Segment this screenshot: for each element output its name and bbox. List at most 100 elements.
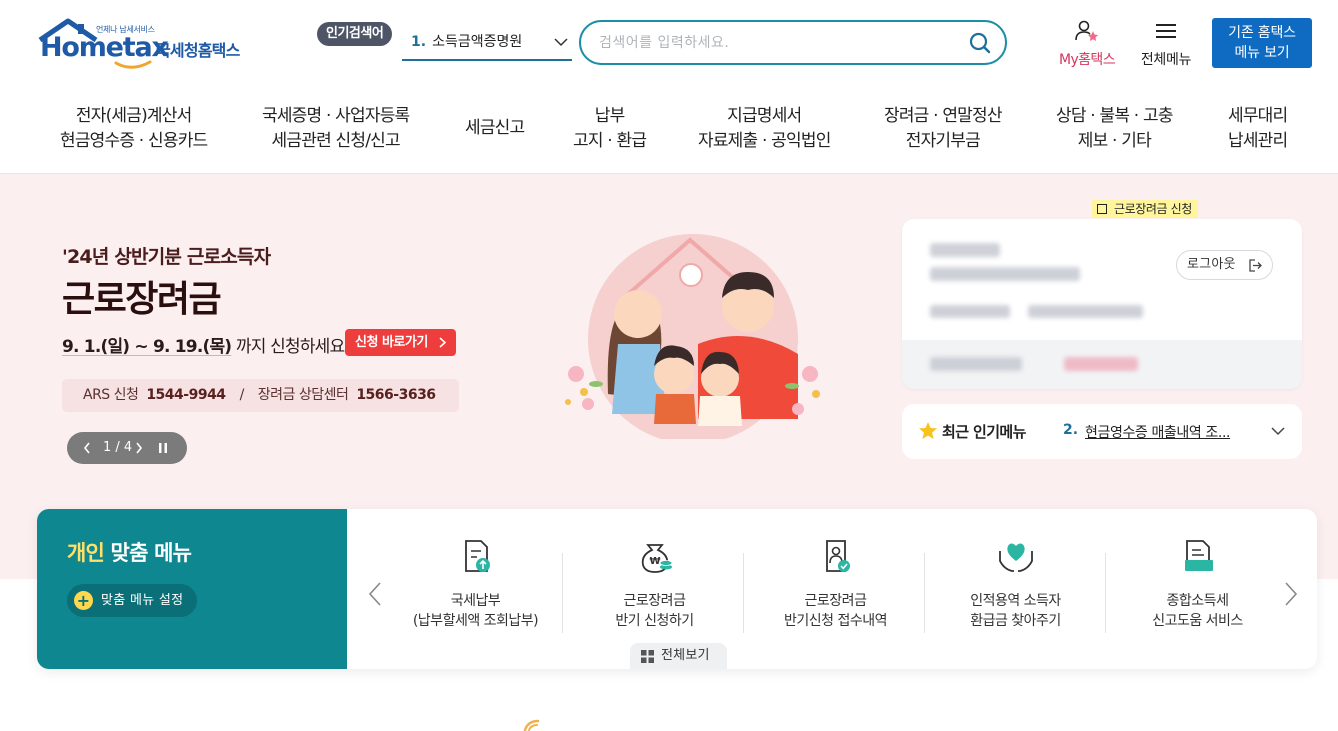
search-input[interactable] bbox=[599, 31, 959, 55]
menu-incentive-apply[interactable]: ₩ 근로장려금 반기 신청하기 bbox=[564, 535, 745, 645]
menu-sublabel: 신고도움 서비스 bbox=[1152, 613, 1243, 629]
gnb-label: 자료제출 · 공익법인 bbox=[698, 131, 831, 151]
gnb-statement[interactable]: 지급명세서 자료제출 · 공익법인 bbox=[698, 104, 831, 154]
chevron-down-icon bbox=[554, 38, 568, 47]
ars-label: ARS 신청 bbox=[83, 387, 139, 403]
hero-title: 근로장려금 bbox=[62, 279, 222, 320]
custom-menu-setting-button[interactable]: + 맞춤 메뉴 설정 bbox=[67, 584, 198, 617]
recent-menu-link[interactable]: 현금영수증 매출내역 조... bbox=[1085, 422, 1230, 442]
pause-icon[interactable] bbox=[158, 442, 168, 454]
chevron-down-icon[interactable] bbox=[1271, 427, 1285, 436]
menu-divider bbox=[743, 553, 744, 633]
gnb-incentive[interactable]: 장려금 · 연말정산 전자기부금 bbox=[884, 104, 1003, 154]
popular-search-badge: 인기검색어 bbox=[317, 22, 393, 46]
login-info-card: 로그아웃 bbox=[902, 219, 1302, 389]
gnb-payment[interactable]: 납부 고지 · 환급 bbox=[573, 104, 647, 154]
pager-next-icon[interactable] bbox=[135, 432, 143, 464]
popular-term: 소득금액증명원 bbox=[432, 34, 523, 50]
header: 언제나 납세서비스 Hometax 국세청홈택스 인기검색어 1. 소득금액증명원… bbox=[0, 0, 1338, 88]
gnb-label: 납세관리 bbox=[1228, 131, 1288, 151]
blurred-user-info bbox=[930, 267, 1080, 281]
gnb-label: 상담 · 불복 · 고충 bbox=[1056, 106, 1173, 126]
gnb-label: 고지 · 환급 bbox=[573, 131, 647, 151]
form-document-icon bbox=[1185, 540, 1213, 571]
gnb-tax-return[interactable]: 세금신고 bbox=[465, 116, 525, 141]
menu-label: 국세납부 bbox=[450, 593, 501, 609]
all-menu-button[interactable]: 전체메뉴 bbox=[1134, 20, 1198, 68]
legacy-line1: 기존 홈택스 bbox=[1228, 25, 1296, 41]
incentive-apply-tag[interactable]: 근로장려금 신청 bbox=[1092, 200, 1198, 218]
menu-tax-payment[interactable]: 국세납부 (납부할세액 조회납부) bbox=[385, 535, 566, 645]
blurred-account-2 bbox=[1028, 305, 1143, 318]
menu-refund-finder[interactable]: 인적용역 소득자 환급금 찾아주기 bbox=[925, 535, 1106, 645]
menu-divider bbox=[562, 553, 563, 633]
loading-spinner-icon bbox=[523, 719, 540, 731]
hometax-logo[interactable]: 언제나 납세서비스 Hometax 국세청홈택스 bbox=[38, 18, 258, 70]
view-all-button[interactable]: 전체보기 bbox=[630, 643, 727, 669]
ars-separator: / bbox=[239, 387, 245, 403]
svg-text:₩: ₩ bbox=[650, 556, 661, 567]
search-icon[interactable] bbox=[969, 32, 991, 54]
menu-income-tax-help[interactable]: 종합소득세 신고도움 서비스 bbox=[1107, 535, 1288, 645]
my-hometax-button[interactable]: My홈택스 bbox=[1050, 20, 1124, 68]
gnb-label: 장려금 · 연말정산 bbox=[884, 106, 1003, 126]
gnb-label: 세무대리 bbox=[1228, 106, 1288, 126]
hero-subtitle: '24년 상반기분 근로소득자 bbox=[62, 246, 271, 268]
logo-korean-text: 국세청홈택스 bbox=[156, 41, 240, 60]
banner-pager: 1 / 4 bbox=[67, 432, 187, 464]
gnb-label: 납부 bbox=[594, 106, 625, 126]
family-illustration bbox=[565, 234, 820, 439]
gnb-label: 현금영수증 · 신용카드 bbox=[60, 131, 208, 151]
document-check-icon bbox=[826, 540, 850, 572]
blurred-footer-1 bbox=[930, 357, 1022, 371]
popular-rank: 1. bbox=[411, 34, 427, 50]
main-navigation: 전자(세금)계산서 현금영수증 · 신용카드 국세증명 · 사업자등록 세금관련… bbox=[0, 88, 1338, 174]
logout-button[interactable]: 로그아웃 bbox=[1176, 250, 1273, 280]
carousel-prev-icon[interactable] bbox=[367, 581, 383, 607]
logout-icon bbox=[1249, 259, 1262, 272]
hero-date: 9. 1.(일) ~ 9. 19.(목) bbox=[62, 337, 232, 357]
legacy-hometax-button[interactable]: 기존 홈택스 메뉴 보기 bbox=[1212, 18, 1312, 68]
tax-payment-icon bbox=[465, 540, 490, 572]
plus-icon: + bbox=[74, 591, 93, 610]
menu-label: 근로장려금 bbox=[623, 593, 686, 609]
menu-label: 종합소득세 bbox=[1166, 593, 1229, 609]
legacy-line2: 메뉴 보기 bbox=[1234, 45, 1290, 61]
apply-shortcut-button[interactable]: 신청 바로가기 bbox=[345, 329, 456, 356]
menu-sublabel: (납부할세액 조회납부) bbox=[412, 613, 539, 629]
logo-text: Hometax bbox=[40, 32, 169, 63]
popular-search-select[interactable]: 1. 소득금액증명원 bbox=[402, 28, 572, 61]
my-hometax-label: My홈택스 bbox=[1058, 52, 1116, 68]
gnb-label: 세금관련 신청/신고 bbox=[271, 131, 401, 151]
gnb-einvoice[interactable]: 전자(세금)계산서 현금영수증 · 신용카드 bbox=[60, 104, 208, 154]
checkbox-square-icon bbox=[1097, 204, 1107, 214]
menu-label: 인적용역 소득자 bbox=[970, 593, 1061, 609]
hero-date-text: 9. 1.(일) ~ 9. 19.(목) 까지 신청하세요! bbox=[62, 332, 351, 357]
incentive-apply-label: 근로장려금 신청 bbox=[1114, 202, 1192, 216]
menu-sublabel: 환급금 찾아주기 bbox=[970, 613, 1061, 629]
menu-sublabel: 반기 신청하기 bbox=[615, 613, 694, 629]
personal-menu-title: 개인 맞춤 메뉴 bbox=[67, 537, 192, 567]
apply-shortcut-label: 신청 바로가기 bbox=[355, 335, 428, 350]
star-icon bbox=[919, 422, 937, 439]
gnb-label: 국세증명 · 사업자등록 bbox=[262, 106, 410, 126]
menu-incentive-status[interactable]: 근로장려금 반기신청 접수내역 bbox=[745, 535, 926, 645]
gnb-label: 제보 · 기타 bbox=[1077, 131, 1152, 151]
recent-menu-rank: 2. bbox=[1063, 422, 1079, 438]
pager-prev-icon[interactable] bbox=[83, 432, 91, 464]
search-box bbox=[579, 20, 1007, 65]
blurred-username bbox=[930, 243, 1000, 257]
gnb-agent[interactable]: 세무대리 납세관리 bbox=[1228, 104, 1288, 154]
grid-icon bbox=[641, 650, 654, 663]
gnb-label: 전자(세금)계산서 bbox=[75, 106, 192, 126]
gnb-consult[interactable]: 상담 · 불복 · 고충 제보 · 기타 bbox=[1056, 104, 1173, 154]
blurred-account-1 bbox=[930, 305, 1010, 318]
carousel-next-icon[interactable] bbox=[1283, 581, 1299, 607]
logo-swoosh-icon bbox=[114, 60, 152, 69]
money-bag-icon: ₩ bbox=[641, 544, 673, 573]
recent-menu-title: 최근 인기메뉴 bbox=[942, 423, 1026, 441]
gnb-certificate[interactable]: 국세증명 · 사업자등록 세금관련 신청/신고 bbox=[262, 104, 410, 154]
view-all-label: 전체보기 bbox=[661, 648, 710, 663]
recent-popular-menu: 최근 인기메뉴 2. 현금영수증 매출내역 조... bbox=[902, 404, 1302, 459]
personal-menu-header: 개인 맞춤 메뉴 + 맞춤 메뉴 설정 bbox=[37, 509, 347, 669]
